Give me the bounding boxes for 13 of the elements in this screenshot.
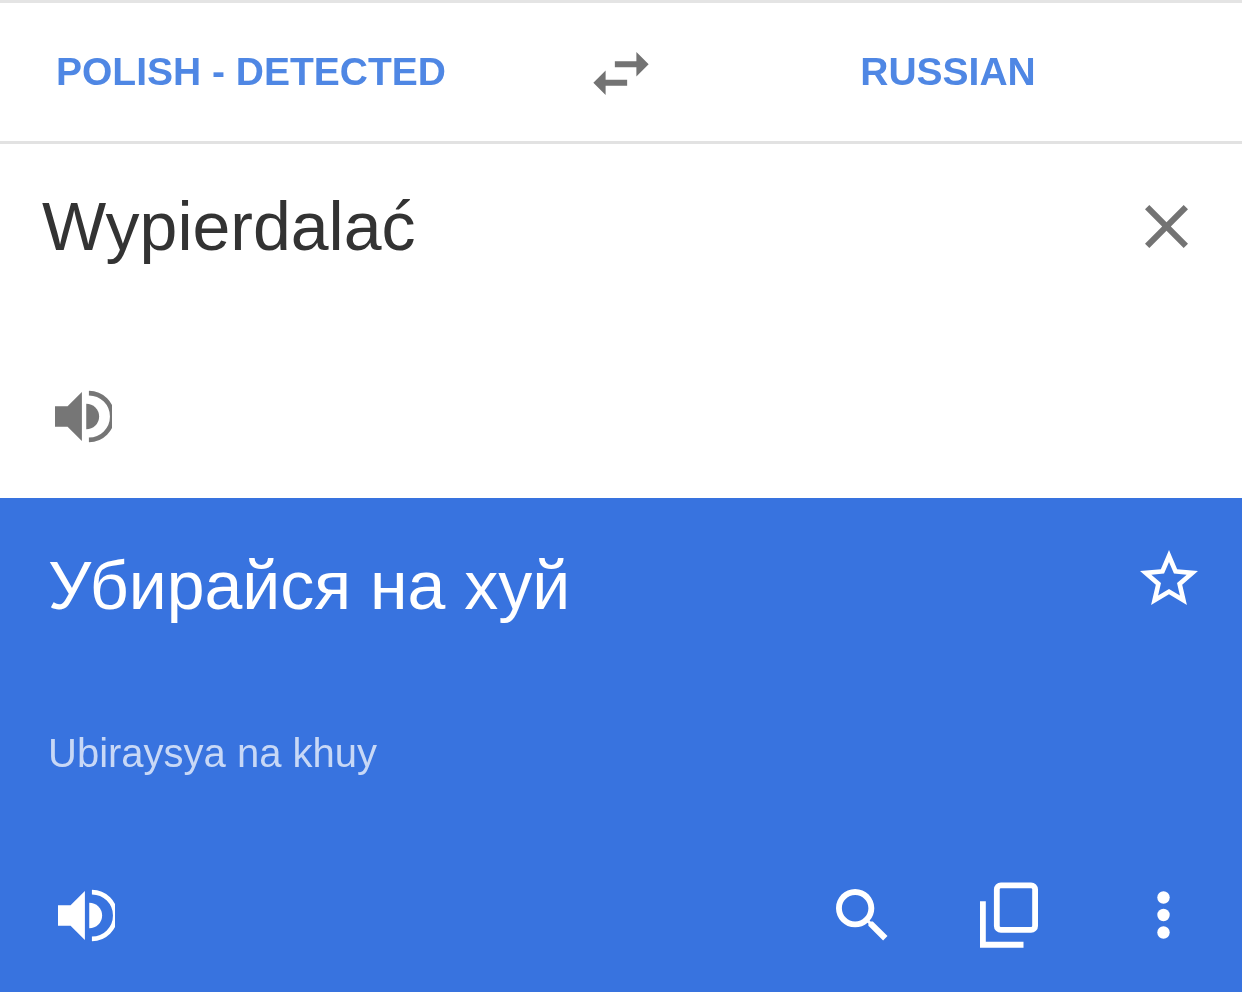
copy-icon[interactable] (980, 882, 1038, 948)
search-icon[interactable] (836, 888, 889, 942)
speaker-icon[interactable] (58, 888, 115, 942)
translation-text: Убирайся на хуй (48, 546, 571, 625)
more-vertical-icon[interactable] (1157, 891, 1170, 939)
transliteration-text: Ubiraysya na khuy (48, 729, 378, 777)
swap-arrows-icon[interactable] (593, 52, 649, 95)
speaker-icon[interactable] (55, 390, 112, 443)
close-icon[interactable] (1145, 205, 1188, 249)
source-language-button[interactable]: POLISH - DETECTED (56, 48, 446, 96)
star-icon[interactable] (1140, 550, 1198, 606)
target-language-button[interactable]: RUSSIAN (860, 48, 1036, 96)
source-input[interactable]: Wypierdalać (42, 186, 416, 268)
